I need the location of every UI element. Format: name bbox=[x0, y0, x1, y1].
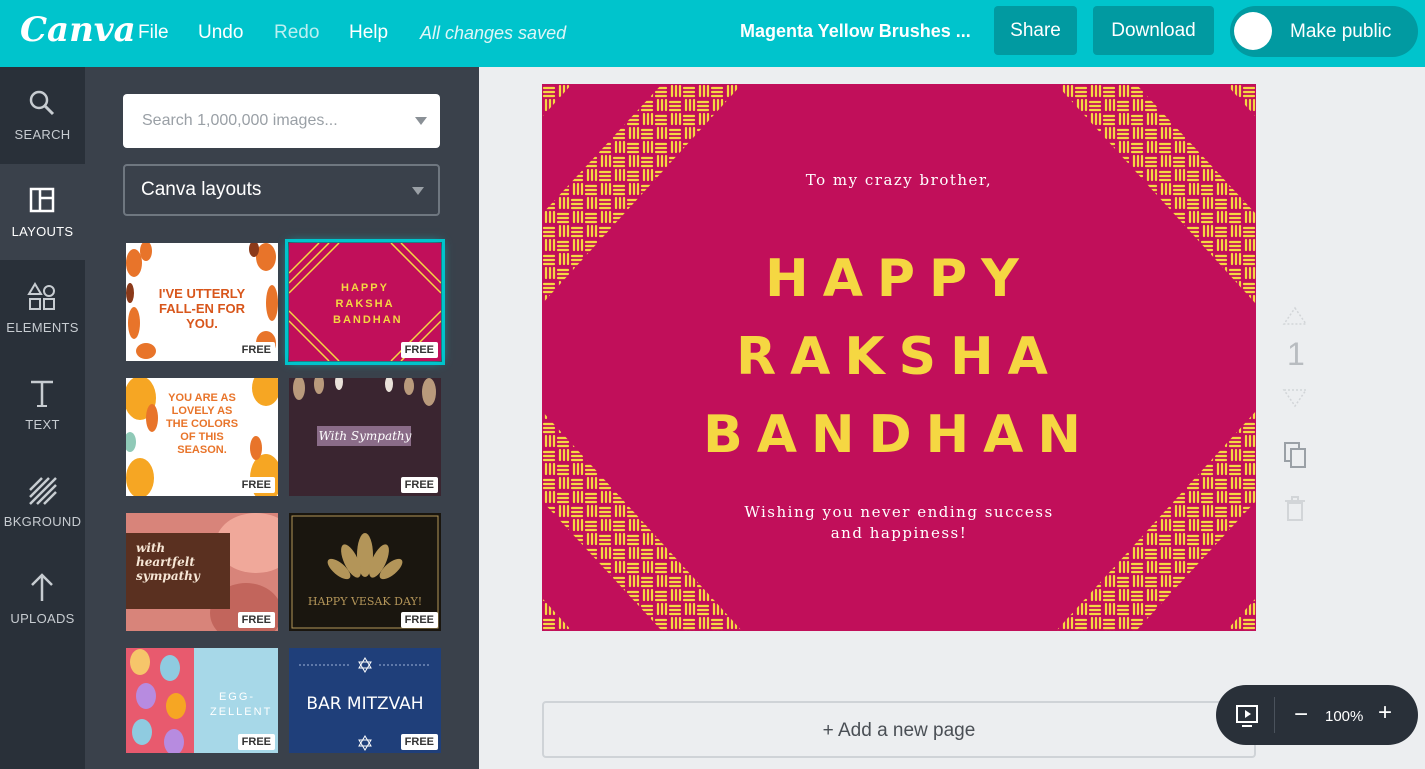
rail-text[interactable]: TEXT bbox=[0, 357, 85, 453]
layout-thumb[interactable]: BAR MITZVAH FREE bbox=[289, 648, 441, 753]
select-value: Canva layouts bbox=[141, 179, 262, 200]
rail-elements[interactable]: ELEMENTS bbox=[0, 260, 85, 356]
layout-thumb-selected[interactable]: HAPPY RAKSHA BANDHAN FREE bbox=[285, 239, 445, 365]
menu-redo[interactable]: Redo bbox=[274, 22, 319, 44]
chevron-down-icon[interactable] bbox=[415, 117, 427, 125]
zoom-out-button[interactable]: − bbox=[1294, 701, 1308, 729]
free-badge: FREE bbox=[400, 477, 438, 493]
layout-thumb[interactable]: YOU ARE AS LOVELY AS THE COLORS OF THIS … bbox=[126, 378, 278, 496]
move-down-icon[interactable] bbox=[1280, 382, 1310, 412]
background-icon bbox=[29, 477, 57, 505]
move-up-icon[interactable] bbox=[1280, 302, 1310, 332]
thumb-title: HAPPY RAKSHA BANDHAN bbox=[333, 282, 403, 326]
share-button[interactable]: Share bbox=[994, 6, 1077, 55]
menu-undo[interactable]: Undo bbox=[198, 22, 243, 44]
thumb-title: With Sympathy bbox=[318, 429, 412, 443]
search-placeholder: Search 1,000,000 images... bbox=[142, 112, 338, 129]
free-badge: FREE bbox=[237, 612, 275, 628]
heading-line-3[interactable]: BANDHAN bbox=[542, 405, 1256, 465]
free-badge: FREE bbox=[237, 734, 275, 750]
free-badge: FREE bbox=[237, 342, 275, 358]
divider bbox=[1274, 697, 1275, 733]
make-public-toggle[interactable]: Make public bbox=[1230, 6, 1418, 57]
layout-thumb[interactable]: I'VE UTTERLY FALL-EN FOR YOU. FREE bbox=[126, 243, 278, 361]
zoom-controls: − 100% + bbox=[1216, 685, 1418, 745]
heading-line-2[interactable]: RAKSHA bbox=[542, 327, 1256, 387]
elements-icon bbox=[27, 282, 55, 310]
rail-layouts[interactable]: LAYOUTS bbox=[0, 164, 85, 260]
top-bar: Canva File Undo Redo Help All changes sa… bbox=[0, 0, 1425, 67]
layout-thumb[interactable]: With Sympathy FREE bbox=[289, 378, 441, 496]
present-icon[interactable] bbox=[1234, 703, 1260, 729]
thumb-title: BAR MITZVAH bbox=[306, 694, 424, 714]
wish-line-2: and happiness! bbox=[830, 524, 968, 542]
thumb-title: with heartfelt sympathy bbox=[136, 541, 200, 583]
wish-line[interactable]: Wishing you never ending success and hap… bbox=[542, 502, 1256, 544]
layout-thumb[interactable]: with heartfelt sympathy FREE bbox=[126, 513, 278, 631]
rail-search[interactable]: SEARCH bbox=[0, 67, 85, 163]
image-search-input[interactable]: Search 1,000,000 images... bbox=[123, 94, 440, 148]
free-badge: FREE bbox=[400, 612, 438, 628]
search-icon bbox=[29, 90, 55, 116]
side-rail: SEARCH LAYOUTS ELEMENTS TEXT BKGROUND UP… bbox=[0, 67, 85, 769]
text-icon bbox=[31, 380, 53, 407]
rail-label: UPLOADS bbox=[10, 611, 75, 626]
zoom-in-button[interactable]: + bbox=[1378, 699, 1392, 727]
zoom-level[interactable]: 100% bbox=[1325, 708, 1363, 725]
menu-help[interactable]: Help bbox=[349, 22, 388, 44]
toggle-knob bbox=[1234, 12, 1272, 50]
menu-file[interactable]: File bbox=[138, 22, 169, 44]
layout-thumb[interactable]: EGG-ZELLENT FREE bbox=[126, 648, 278, 753]
duplicate-page-icon[interactable] bbox=[1280, 440, 1310, 470]
rail-background[interactable]: BKGROUND bbox=[0, 454, 85, 550]
greeting-line[interactable]: To my crazy brother, bbox=[542, 171, 1256, 189]
rail-label: TEXT bbox=[25, 417, 60, 432]
design-canvas[interactable]: To my crazy brother, HAPPY RAKSHA BANDHA… bbox=[542, 84, 1256, 631]
document-title[interactable]: Magenta Yellow Brushes ... bbox=[740, 21, 971, 42]
layouts-panel: Search 1,000,000 images... Canva layouts… bbox=[85, 67, 479, 769]
add-page-button[interactable]: + Add a new page bbox=[542, 701, 1256, 758]
thumb-title: YOU ARE AS LOVELY AS THE COLORS OF THIS … bbox=[165, 392, 239, 456]
layouts-icon bbox=[29, 187, 55, 213]
download-button[interactable]: Download bbox=[1093, 6, 1214, 55]
thumb-title: I'VE UTTERLY FALL-EN FOR YOU. bbox=[158, 286, 246, 331]
free-badge: FREE bbox=[400, 734, 438, 750]
page-number: 1 bbox=[1287, 336, 1305, 372]
upload-icon bbox=[31, 573, 53, 601]
chevron-down-icon bbox=[412, 187, 424, 195]
delete-page-icon[interactable] bbox=[1280, 494, 1310, 524]
rail-label: SEARCH bbox=[14, 127, 71, 142]
rail-label: LAYOUTS bbox=[11, 224, 74, 239]
save-status: All changes saved bbox=[420, 23, 567, 43]
free-badge: FREE bbox=[237, 477, 275, 493]
layout-thumb[interactable]: HAPPY VESAK DAY! FREE bbox=[289, 513, 441, 631]
thumb-title: HAPPY VESAK DAY! bbox=[307, 595, 423, 608]
layout-type-select[interactable]: Canva layouts bbox=[123, 164, 440, 216]
rail-label: ELEMENTS bbox=[6, 320, 79, 335]
canva-logo[interactable]: Canva bbox=[20, 10, 136, 50]
rail-uploads[interactable]: UPLOADS bbox=[0, 551, 85, 647]
thumb-title: EGG-ZELLENT bbox=[210, 691, 273, 718]
make-public-label: Make public bbox=[1290, 21, 1392, 42]
heading-line-1[interactable]: HAPPY bbox=[542, 249, 1256, 309]
rail-label: BKGROUND bbox=[3, 514, 82, 529]
free-badge: FREE bbox=[400, 342, 438, 358]
wish-line-1: Wishing you never ending success bbox=[744, 503, 1054, 521]
